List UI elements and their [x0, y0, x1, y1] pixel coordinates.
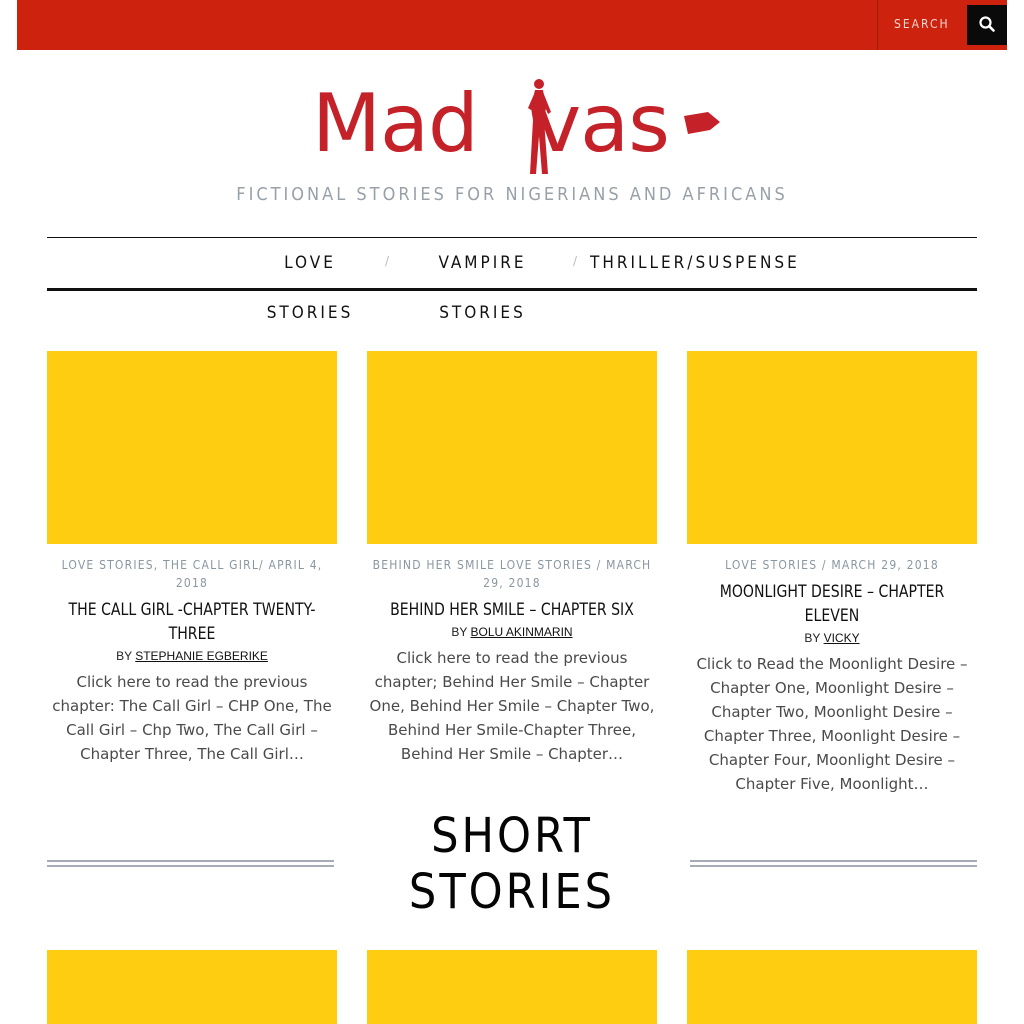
nav-item-label: LOVE	[284, 253, 336, 273]
post-card: BEHIND HER SMILE LOVE STORIES / MARCH 29…	[367, 351, 657, 766]
post-card: LOVE STORIES / MARCH 29, 2018 MOONLIGHT …	[687, 351, 977, 796]
post-thumbnail[interactable]	[47, 351, 337, 544]
search-icon	[979, 16, 995, 32]
post-title[interactable]: MOONLIGHT DESIRE – CHAPTER ELEVEN	[699, 580, 966, 628]
nav-item-label: THRILLER/SUSPENSE	[590, 253, 800, 273]
post-title[interactable]: THE CALL GIRL -CHAPTER TWENTY-THREE	[59, 598, 326, 646]
post-thumbnail[interactable]	[47, 950, 337, 1024]
post-thumbnail[interactable]	[687, 950, 977, 1024]
nav-item-vampire-stories[interactable]: VAMPIRE STORIES	[420, 238, 545, 338]
post-excerpt: Click here to read the previous chapter:…	[52, 673, 332, 763]
search-box[interactable]: SEARCH	[877, 0, 967, 50]
logo-figure-icon	[528, 79, 720, 174]
search-button[interactable]	[967, 5, 1007, 45]
author-link[interactable]: STEPHANIE EGBERIKE	[135, 649, 268, 663]
post-byline: BY STEPHANIE EGBERIKE	[116, 649, 268, 663]
nav-item-thriller-suspense[interactable]: THRILLER/SUSPENSE	[590, 238, 800, 288]
post-excerpt: Click to Read the Moonlight Desire – Cha…	[696, 655, 968, 793]
post-card: LOVE STORIES, THE CALL GIRL/ APRIL 4, 20…	[47, 351, 337, 766]
post-excerpt: Click here to read the previous chapter;…	[369, 649, 655, 763]
post-thumbnail[interactable]	[367, 351, 657, 544]
author-link[interactable]: VICKY	[824, 631, 860, 645]
post-title[interactable]: BEHIND HER SMILE – CHAPTER SIX	[379, 598, 646, 622]
section-divider-left	[47, 860, 334, 867]
search-input[interactable]: SEARCH	[894, 17, 950, 31]
section-title: SHORT STORIES	[408, 808, 616, 920]
post-meta[interactable]: LOVE STORIES, THE CALL GIRL/ APRIL 4, 20…	[47, 556, 337, 592]
nav-separator: /	[385, 254, 390, 268]
post-byline: BY BOLU AKINMARIN	[451, 625, 573, 639]
post-thumbnail[interactable]	[367, 950, 657, 1024]
post-byline: BY VICKY	[804, 631, 860, 645]
nav-item-label: STORIES	[439, 303, 526, 323]
post-meta[interactable]: LOVE STORIES / MARCH 29, 2018	[687, 556, 977, 574]
author-link[interactable]: BOLU AKINMARIN	[471, 625, 573, 639]
nav-item-love-stories[interactable]: LOVE STORIES	[250, 238, 370, 338]
nav-item-label: STORIES	[266, 303, 354, 323]
post-thumbnail[interactable]	[687, 351, 977, 544]
top-bar: SEARCH	[17, 0, 1007, 50]
post-meta[interactable]: BEHIND HER SMILE LOVE STORIES / MARCH 29…	[367, 556, 657, 592]
site-logo[interactable]: Mad vas	[312, 78, 720, 178]
site-tagline: FICTIONAL STORIES FOR NIGERIANS AND AFRI…	[236, 184, 788, 205]
nav-item-label: VAMPIRE	[438, 253, 527, 273]
section-divider-right	[690, 860, 977, 867]
nav-separator: /	[573, 254, 578, 268]
